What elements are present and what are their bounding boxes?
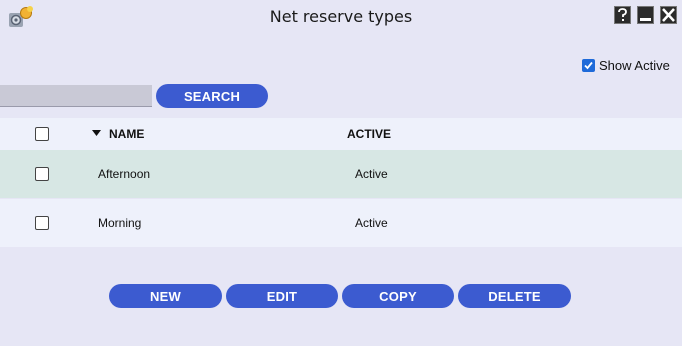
table-row[interactable]: Afternoon Active <box>0 150 682 198</box>
show-active-checkbox[interactable] <box>582 59 595 72</box>
select-all-checkbox[interactable] <box>35 127 49 141</box>
minimize-icon[interactable] <box>637 6 654 24</box>
copy-button[interactable]: COPY <box>342 284 454 308</box>
column-header-active[interactable]: ACTIVE <box>347 127 391 141</box>
table-header: NAME ACTIVE <box>0 118 682 150</box>
new-button[interactable]: NEW <box>109 284 222 308</box>
show-active-label: Show Active <box>599 58 670 73</box>
edit-button[interactable]: EDIT <box>226 284 338 308</box>
table-row[interactable]: Morning Active <box>0 199 682 247</box>
row-active-status: Active <box>355 167 388 181</box>
help-icon[interactable] <box>614 6 631 24</box>
delete-button[interactable]: DELETE <box>458 284 571 308</box>
window-title: Net reserve types <box>269 7 413 26</box>
row-checkbox[interactable] <box>35 216 49 230</box>
sort-descending-icon[interactable] <box>92 130 101 137</box>
row-checkbox[interactable] <box>35 167 49 181</box>
row-name: Afternoon <box>98 167 151 181</box>
row-active-status: Active <box>355 216 388 230</box>
column-header-name[interactable]: NAME <box>109 127 144 141</box>
show-active-filter[interactable]: Show Active <box>582 58 670 73</box>
search-button[interactable]: SEARCH <box>156 84 268 108</box>
close-icon[interactable] <box>660 6 677 24</box>
row-name: Morning <box>98 216 142 230</box>
search-input[interactable] <box>0 85 152 107</box>
